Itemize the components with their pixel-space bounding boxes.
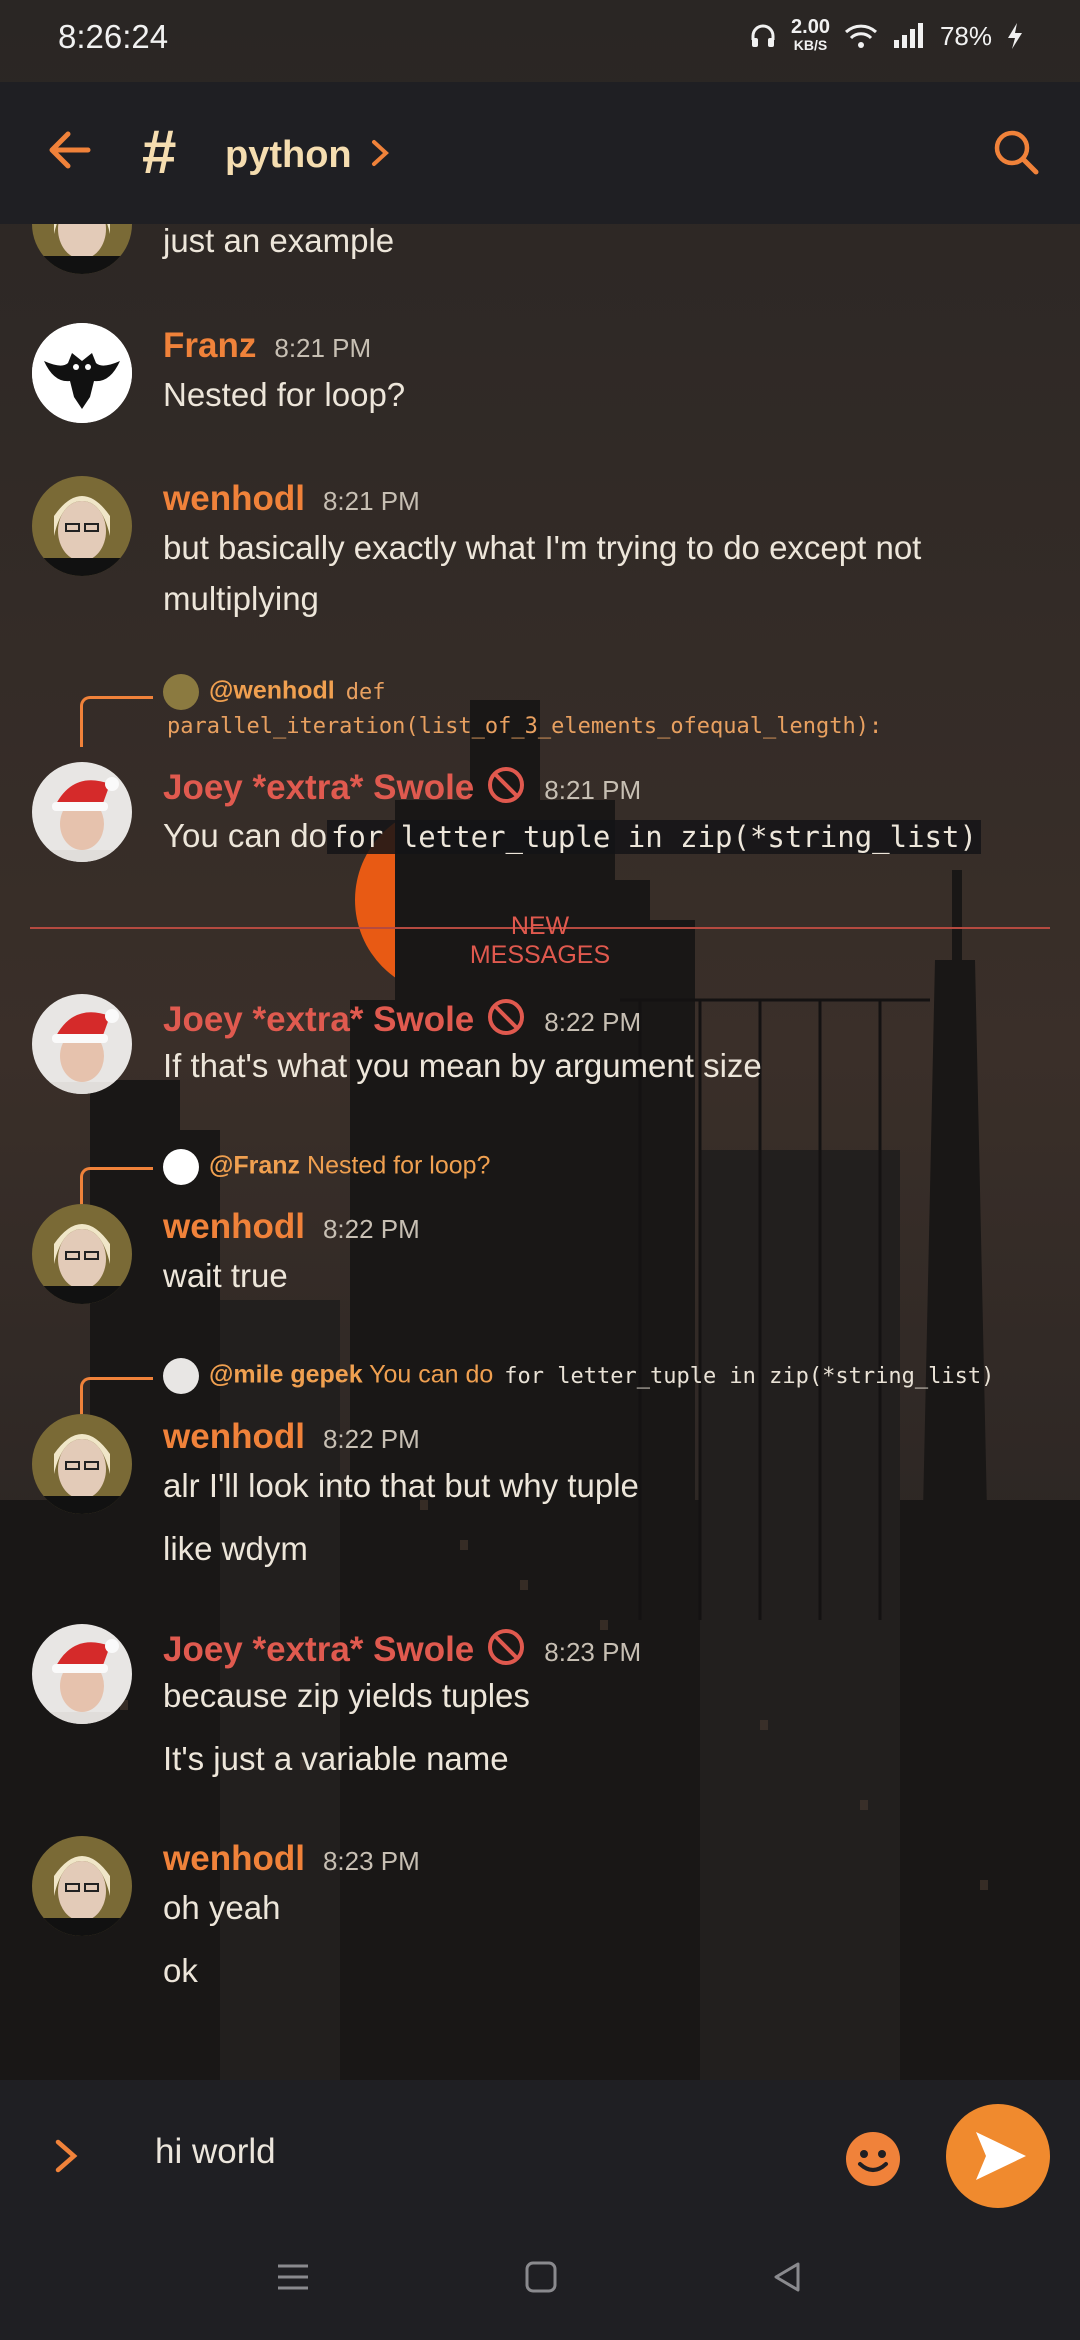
message-text: wait true bbox=[163, 1257, 288, 1294]
channel-hash-icon: # bbox=[142, 118, 177, 187]
menu-icon[interactable] bbox=[276, 2260, 310, 2294]
inline-code: for letter_tuple in zip(*string_list) bbox=[326, 820, 981, 854]
ban-icon bbox=[488, 1629, 525, 1665]
message-text: If that's what you mean by argument size bbox=[163, 1047, 762, 1084]
message-author[interactable]: Joey *extra* Swole 8:22 PM bbox=[163, 997, 641, 1040]
send-button[interactable] bbox=[946, 2104, 1050, 2208]
home-icon[interactable] bbox=[524, 2260, 558, 2294]
reply-preview[interactable]: @wenhodl def bbox=[163, 674, 389, 710]
avatar[interactable] bbox=[32, 1836, 132, 1936]
message-timestamp: 8:21 PM bbox=[274, 333, 372, 363]
avatar[interactable] bbox=[32, 224, 132, 274]
message-timestamp: 8:23 PM bbox=[322, 1846, 420, 1876]
avatar[interactable] bbox=[32, 323, 132, 423]
reply-avatar bbox=[163, 674, 199, 710]
message-timestamp: 8:22 PM bbox=[322, 1214, 420, 1244]
charging-icon bbox=[1008, 23, 1022, 49]
headphones-icon bbox=[751, 24, 775, 47]
message-text: alr I'll look into that but why tuple bbox=[163, 1467, 639, 1504]
ban-icon bbox=[488, 767, 525, 803]
emoji-icon[interactable] bbox=[844, 2130, 902, 2188]
message-list[interactable]: just an example Franz 8:21 PM Nested for … bbox=[0, 224, 1080, 2080]
avatar[interactable] bbox=[32, 994, 132, 1094]
reply-connector bbox=[80, 696, 153, 747]
message-author[interactable]: wenhodl 8:22 PM bbox=[163, 1417, 420, 1457]
message-timestamp: 8:23 PM bbox=[544, 1637, 642, 1667]
message-timestamp: 8:21 PM bbox=[322, 486, 420, 516]
message-text: just an example bbox=[163, 224, 395, 259]
reply-code: parallel_iteration(list_of_3_elements_of… bbox=[167, 714, 883, 739]
status-icons: 2.00 KB/S 78% bbox=[749, 16, 1024, 54]
status-time: 8:26:24 bbox=[58, 18, 169, 55]
message-input[interactable]: hi world bbox=[155, 2132, 276, 2172]
back-arrow-icon[interactable] bbox=[42, 122, 98, 178]
message-author[interactable]: wenhodl 8:22 PM bbox=[163, 1207, 420, 1247]
message-author[interactable]: Joey *extra* Swole 8:23 PM bbox=[163, 1627, 641, 1670]
message-text: because zip yields tuples bbox=[163, 1677, 530, 1714]
message-timestamp: 8:21 PM bbox=[544, 775, 642, 805]
message-text: ok bbox=[163, 1952, 198, 1989]
message-timestamp: 8:22 PM bbox=[322, 1424, 420, 1454]
message-author[interactable]: wenhodl 8:21 PM bbox=[163, 479, 420, 519]
channel-title[interactable]: python bbox=[225, 134, 352, 177]
battery-percent: 78% bbox=[939, 20, 992, 51]
wifi-icon bbox=[844, 24, 877, 48]
system-nav-bar bbox=[0, 2230, 1080, 2340]
send-icon bbox=[976, 2132, 1026, 2180]
search-icon[interactable] bbox=[990, 126, 1042, 178]
chevron-right-icon[interactable] bbox=[52, 2136, 80, 2176]
message-author[interactable]: Franz 8:21 PM bbox=[163, 326, 371, 366]
reply-preview[interactable]: @mile gepek You can do for letter_tuple … bbox=[163, 1358, 998, 1394]
avatar[interactable] bbox=[32, 1204, 132, 1304]
message-text: You can do for letter_tuple in zip(*strin… bbox=[163, 811, 981, 862]
network-speed: 2.00 KB/S bbox=[791, 16, 830, 53]
message-text: multiplying bbox=[163, 580, 319, 617]
message-text: It's just a variable name bbox=[163, 1740, 509, 1777]
message-author[interactable]: Joey *extra* Swole 8:21 PM bbox=[163, 765, 641, 808]
chevron-right-icon[interactable] bbox=[368, 136, 392, 170]
message-author[interactable]: wenhodl 8:23 PM bbox=[163, 1839, 420, 1879]
back-icon[interactable] bbox=[770, 2260, 804, 2294]
message-text: like wdym bbox=[163, 1530, 308, 1567]
avatar[interactable] bbox=[32, 476, 132, 576]
avatar[interactable] bbox=[32, 1624, 132, 1724]
message-timestamp: 8:22 PM bbox=[544, 1007, 642, 1037]
message-text: but basically exactly what I'm trying to… bbox=[163, 529, 922, 566]
reply-connector bbox=[80, 1377, 153, 1420]
signal-icon bbox=[893, 23, 923, 48]
channel-header: # python bbox=[0, 82, 1080, 224]
status-bar: 8:26:24 2.00 KB/S 78% bbox=[0, 0, 1080, 82]
ban-icon bbox=[488, 999, 525, 1035]
reply-connector bbox=[80, 1167, 153, 1210]
reply-avatar bbox=[163, 1358, 199, 1394]
reply-avatar bbox=[163, 1149, 199, 1185]
message-text: Nested for loop? bbox=[163, 376, 406, 413]
message-composer: hi world bbox=[0, 2080, 1080, 2230]
avatar[interactable] bbox=[32, 1414, 132, 1514]
avatar[interactable] bbox=[32, 762, 132, 862]
message-text: oh yeah bbox=[163, 1889, 281, 1926]
reply-preview[interactable]: @Franz Nested for loop? bbox=[163, 1149, 490, 1185]
new-messages-label: NEW MESSAGES bbox=[469, 912, 611, 969]
